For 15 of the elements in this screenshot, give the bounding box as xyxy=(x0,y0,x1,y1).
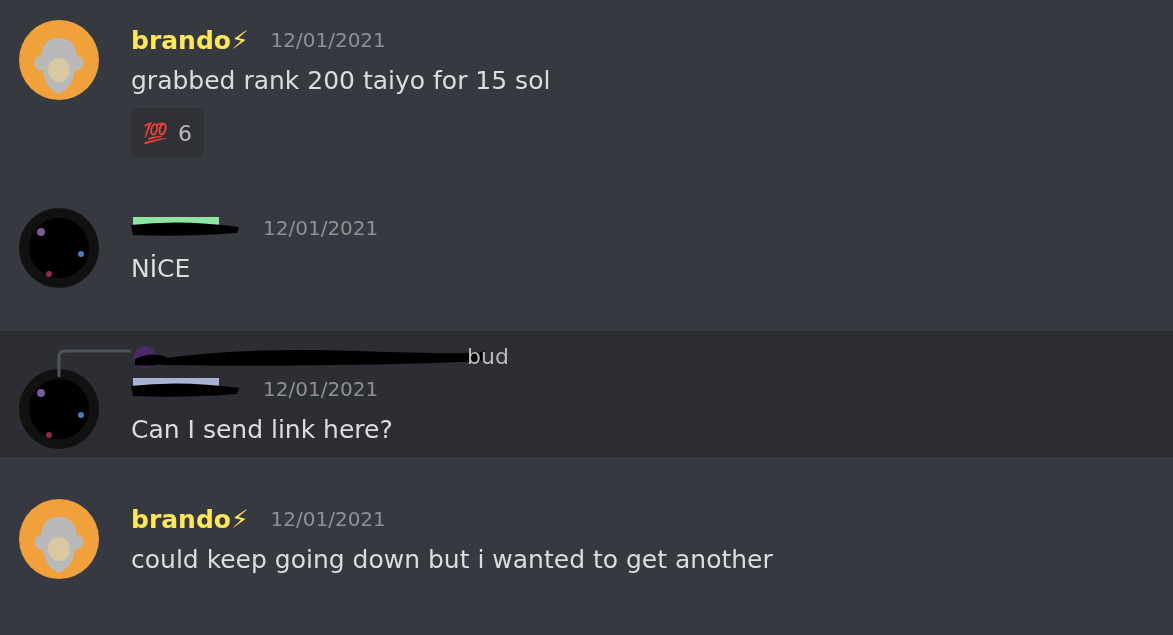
reply-text: bud xyxy=(467,344,509,369)
message-text: Can I send link here? xyxy=(131,414,393,446)
timestamp: 12/01/2021 xyxy=(270,28,386,52)
timestamp: 12/01/2021 xyxy=(263,377,379,401)
avatar-icon[interactable] xyxy=(19,499,99,579)
message-text: grabbed rank 200 taiyo for 15 sol xyxy=(131,65,551,97)
message-text: could keep going down but i wanted to get another xyxy=(131,544,773,576)
message-text: NİCE xyxy=(131,253,192,285)
avatar-icon[interactable] xyxy=(19,20,99,100)
timestamp: 12/01/2021 xyxy=(270,507,386,531)
reaction-button[interactable]: 💯 6 xyxy=(131,108,204,158)
username[interactable]: brando⚡ xyxy=(131,504,249,534)
avatar-icon xyxy=(133,345,167,369)
timestamp: 12/01/2021 xyxy=(263,216,379,240)
username[interactable]: brando⚡ xyxy=(131,25,249,55)
